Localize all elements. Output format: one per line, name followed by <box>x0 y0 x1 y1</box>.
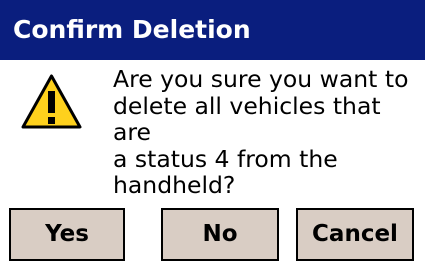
confirm-deletion-dialog: Confirm Deletion Are you sure you want t… <box>0 0 425 280</box>
dialog-message: Are you sure you want to delete all vehi… <box>113 65 409 199</box>
title-bar: Confirm Deletion <box>0 0 425 60</box>
cancel-button[interactable]: Cancel <box>296 208 414 261</box>
warning-icon <box>21 74 82 129</box>
yes-button[interactable]: Yes <box>9 208 125 261</box>
dialog-title: Confirm Deletion <box>13 15 251 44</box>
no-button[interactable]: No <box>161 208 279 261</box>
